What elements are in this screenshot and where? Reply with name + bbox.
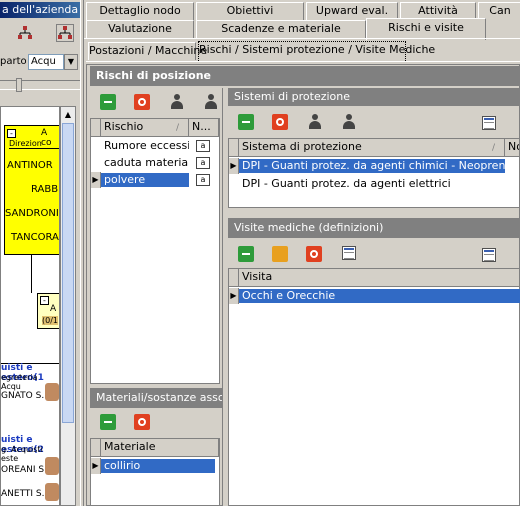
- sort-icon: /: [176, 123, 180, 133]
- green-arrow-icon[interactable]: [100, 414, 116, 430]
- material-row-selected[interactable]: collirio: [101, 459, 215, 473]
- org-node-sub[interactable]: - A (0/1: [37, 293, 59, 329]
- org-chart-canvas[interactable]: - A co Direzion ANTINOR RABB SANDRONI TA…: [0, 106, 60, 506]
- protection-row-selected[interactable]: DPI - Guanti protez. da agenti chimici -…: [239, 159, 505, 173]
- grid-icon[interactable]: [482, 248, 496, 262]
- col-n[interactable]: N...: [189, 119, 219, 137]
- tab-valutazione[interactable]: Valutazione: [86, 20, 194, 38]
- reparto-select[interactable]: Acqu: [28, 54, 64, 70]
- green-arrow-icon[interactable]: [100, 94, 116, 110]
- hierarchy-icon[interactable]: [18, 26, 32, 40]
- org-person: RABB: [31, 184, 59, 195]
- org-sub-count: (0/1: [42, 316, 58, 325]
- document-icon[interactable]: a: [196, 140, 210, 152]
- subtab-postazioni[interactable]: Postazioni / Macchine: [88, 42, 207, 60]
- risk-row[interactable]: caduta materiale: [101, 156, 189, 170]
- person-icon[interactable]: [170, 94, 184, 110]
- document-icon[interactable]: a: [196, 157, 210, 169]
- person-icon[interactable]: [342, 114, 356, 130]
- materials-header: Materiali/sostanze associa: [90, 388, 222, 408]
- col-visita[interactable]: Visita: [239, 269, 520, 287]
- person-icon[interactable]: [308, 114, 322, 130]
- org-person: SANDRONI: [5, 208, 59, 219]
- subtab-rischi-sistemi-visite[interactable]: Rischi / Sistemi protezione / Visite Med…: [198, 41, 435, 61]
- splitter[interactable]: [80, 0, 84, 506]
- avatar: [45, 383, 59, 401]
- red-circle-icon[interactable]: [272, 114, 288, 130]
- col-sistema-protezione[interactable]: Sistema di protezione: [239, 139, 505, 157]
- hierarchy-alt-icon[interactable]: [56, 24, 74, 42]
- org-person: ANETTI S.: [1, 489, 45, 499]
- reparto-label: parto: [0, 56, 27, 67]
- grid-icon[interactable]: [342, 246, 356, 260]
- org-chart-panel: a dell'azienda parto Acqu ▼ - A co Direz…: [0, 0, 80, 506]
- visit-row-selected[interactable]: Occhi e Orecchie: [239, 289, 520, 303]
- red-circle-icon[interactable]: [134, 94, 150, 110]
- org-vertical-scrollbar[interactable]: ▲: [60, 106, 76, 506]
- avatar: [45, 457, 59, 475]
- org-person: GNATO S.: [1, 391, 45, 401]
- row-pointer-icon: ▶: [229, 158, 239, 174]
- grid-icon[interactable]: [482, 116, 496, 130]
- person-icon[interactable]: [204, 94, 218, 110]
- org-node-desc: Direzion: [9, 139, 59, 149]
- visits-grid[interactable]: [228, 268, 520, 506]
- org-person: TANCORA: [11, 232, 59, 243]
- green-arrow-icon[interactable]: [238, 246, 254, 262]
- tab-obiettivi[interactable]: Obiettivi: [196, 2, 304, 20]
- red-circle-icon[interactable]: [306, 246, 322, 262]
- tab-scadenze-materiale[interactable]: Scadenze e materiale: [196, 20, 366, 38]
- edit-icon[interactable]: [272, 246, 288, 262]
- risk-row-selected[interactable]: polvere: [101, 173, 189, 187]
- tab-dettaglio-nodo[interactable]: Dettaglio nodo: [86, 2, 194, 20]
- tab-rischi-visite[interactable]: Rischi e visite: [366, 18, 486, 40]
- left-panel-title: a dell'azienda: [0, 2, 80, 18]
- avatar: [45, 483, 59, 501]
- org-sub-code: A: [50, 304, 57, 314]
- protection-row[interactable]: DPI - Guanti protez. da agenti elettrici: [239, 177, 505, 191]
- chevron-up-icon[interactable]: ▲: [62, 108, 74, 121]
- protection-header: Sistemi di protezione: [228, 88, 520, 106]
- row-pointer-icon: ▶: [91, 458, 101, 474]
- green-arrow-icon[interactable]: [238, 114, 254, 130]
- org-person: OREANI S.: [1, 465, 48, 475]
- zoom-slider-thumb[interactable]: [16, 78, 22, 92]
- red-circle-icon[interactable]: [134, 414, 150, 430]
- chevron-down-icon[interactable]: ▼: [64, 54, 78, 70]
- col-materiale[interactable]: Materiale: [101, 439, 219, 457]
- sort-icon: /: [492, 143, 496, 153]
- row-pointer-icon: ▶: [229, 288, 239, 304]
- document-icon[interactable]: a: [196, 174, 210, 186]
- panel-title: Rischi di posizione: [90, 66, 520, 86]
- col-no[interactable]: No: [505, 139, 520, 157]
- risk-row[interactable]: Rumore eccessivo: [101, 139, 189, 153]
- zoom-slider[interactable]: [0, 80, 80, 90]
- visits-header: Visite mediche (definizioni): [228, 218, 520, 238]
- scrollbar-thumb[interactable]: [62, 123, 74, 423]
- org-node-direction[interactable]: - A co Direzion ANTINOR RABB SANDRONI TA…: [4, 125, 59, 255]
- row-pointer-icon: ▶: [91, 172, 101, 188]
- org-person: ANTINOR: [7, 160, 53, 171]
